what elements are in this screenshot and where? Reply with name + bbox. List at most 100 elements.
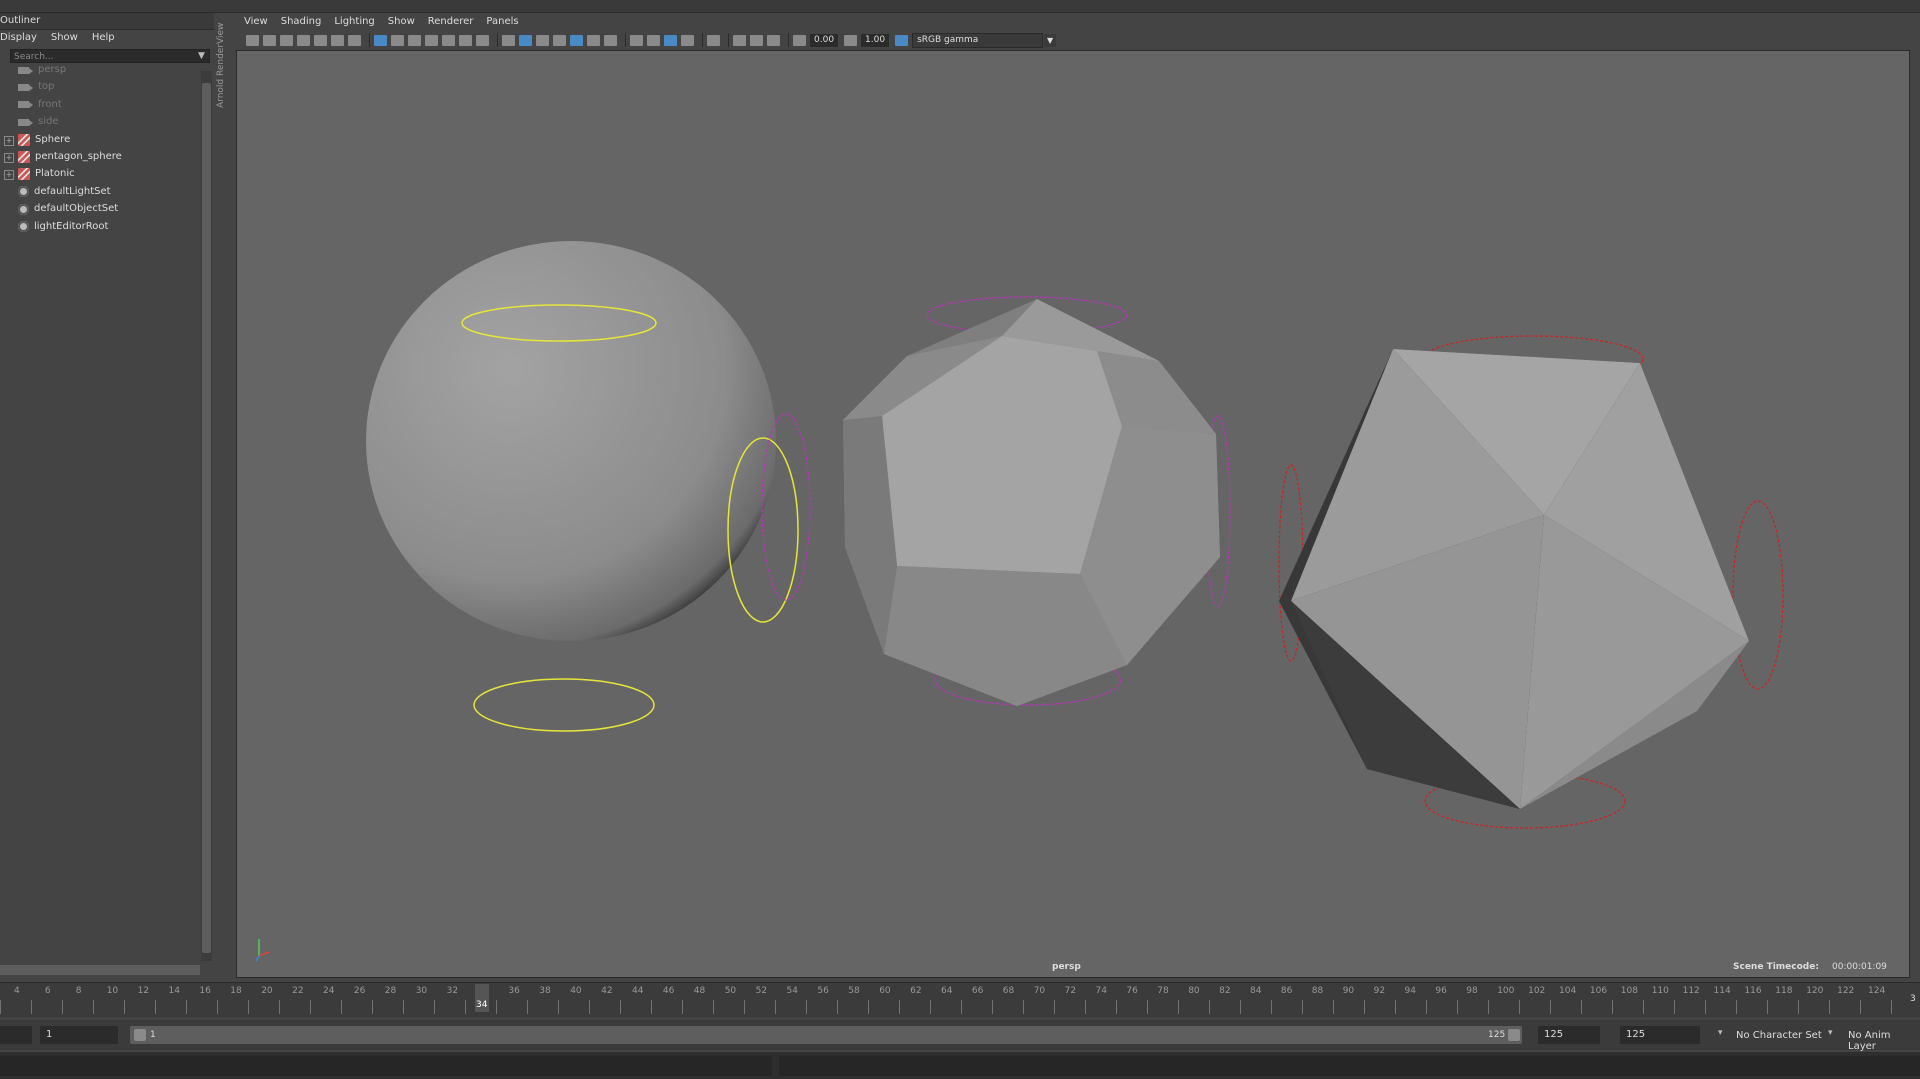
- viewport-toolbar: 0.00 1.00 sRGB gamma ▼: [236, 31, 1910, 49]
- expand-icon[interactable]: +: [4, 153, 14, 163]
- gamma-icon[interactable]: [844, 34, 858, 46]
- chevron-down-icon[interactable]: ▼: [1044, 33, 1057, 47]
- menu-shading[interactable]: Shading: [281, 14, 322, 30]
- isolate-select-icon[interactable]: [707, 34, 720, 46]
- timeline-tick-label: 40: [570, 986, 582, 996]
- expand-icon[interactable]: +: [4, 170, 14, 181]
- range-handle-left[interactable]: [134, 1029, 146, 1041]
- outliner-menu: Display Show Help: [0, 30, 115, 46]
- image-plane-icon[interactable]: [314, 34, 327, 46]
- 3d-viewport[interactable]: [236, 50, 1910, 978]
- timeline-tick-label: 52: [755, 986, 768, 996]
- wireframe-on-shaded-icon[interactable]: [553, 34, 566, 46]
- xray-icon[interactable]: [733, 34, 746, 46]
- outliner-item[interactable]: top: [18, 79, 54, 95]
- icosahedron-object[interactable]: [1278, 335, 1784, 829]
- sphere-object[interactable]: [366, 241, 799, 732]
- safe-title-icon[interactable]: [476, 34, 489, 46]
- outliner-item[interactable]: Sphere: [18, 132, 70, 148]
- use-all-lights-icon[interactable]: [587, 34, 600, 46]
- outliner-item[interactable]: persp: [18, 62, 66, 78]
- timeline-tick-label: 62: [910, 986, 922, 996]
- outliner-item[interactable]: defaultLightSet: [18, 184, 111, 200]
- menu-panels[interactable]: Panels: [486, 14, 518, 30]
- exposure-icon[interactable]: [793, 34, 806, 46]
- outliner-item[interactable]: defaultObjectSet: [18, 201, 118, 217]
- xray-joints-icon[interactable]: [767, 34, 780, 46]
- grid-icon[interactable]: [374, 34, 387, 46]
- select-camera-icon[interactable]: [246, 34, 259, 46]
- field-chart-icon[interactable]: [442, 34, 455, 46]
- depth-of-field-icon[interactable]: [681, 34, 694, 46]
- timeline-tick-label: 102: [1528, 986, 1546, 996]
- camera-icon: [18, 66, 33, 74]
- outliner-item[interactable]: front: [18, 97, 62, 113]
- scene-timecode-label: Scene Timecode:: [1733, 962, 1819, 972]
- 2d-pan-zoom-icon[interactable]: [331, 34, 344, 46]
- xray-active-icon[interactable]: [750, 34, 763, 46]
- timeline-tick-label: 22: [292, 986, 304, 996]
- arnold-renderview-tab[interactable]: Arnold RenderView: [216, 18, 228, 108]
- expand-icon[interactable]: +: [4, 135, 14, 146]
- outliner-item-label: defaultLightSet: [34, 185, 111, 197]
- anim-layer-selector[interactable]: No Anim Layer: [1848, 1030, 1920, 1052]
- timeline-tick-label: 4: [14, 986, 20, 996]
- timeline-tick-label: 86: [1280, 986, 1293, 996]
- chevron-down-icon[interactable]: ▼: [198, 51, 205, 61]
- start-time-field[interactable]: [0, 1026, 32, 1044]
- outliner-item[interactable]: lightEditorRoot: [18, 219, 108, 235]
- gamma-field[interactable]: 1.00: [861, 33, 890, 47]
- outliner-item-label: lightEditorRoot: [34, 220, 109, 232]
- viewport-scene: [255, 241, 1784, 962]
- screen-space-ao-icon[interactable]: [630, 34, 643, 46]
- timeline-tick-label: 38: [539, 986, 551, 996]
- end-time-field[interactable]: 125: [1620, 1026, 1700, 1044]
- lock-camera-icon[interactable]: [280, 34, 293, 46]
- menu-renderer[interactable]: Renderer: [428, 14, 474, 30]
- exposure-field[interactable]: 0.00: [810, 33, 839, 47]
- bookmark-icon[interactable]: [297, 34, 310, 46]
- grease-pencil-icon[interactable]: [348, 34, 361, 46]
- colorspace-dropdown[interactable]: sRGB gamma ▼: [912, 32, 1057, 48]
- outliner-item[interactable]: pentagon_sphere: [18, 149, 122, 165]
- menu-view[interactable]: View: [244, 14, 268, 30]
- camera-attributes-icon[interactable]: [263, 34, 276, 46]
- character-set-selector[interactable]: No Character Set: [1736, 1030, 1822, 1041]
- outliner-horizontal-scrollbar[interactable]: [0, 965, 200, 975]
- outliner-title: Outliner: [0, 13, 214, 30]
- current-frame-label: 34: [476, 1000, 488, 1010]
- wireframe-icon[interactable]: [502, 34, 515, 46]
- command-line-input[interactable]: [0, 1056, 772, 1076]
- gate-mask-icon[interactable]: [425, 34, 438, 46]
- color-management-icon[interactable]: [895, 34, 909, 46]
- character-set-arrow-icon[interactable]: ▾: [1718, 1028, 1723, 1038]
- anti-aliasing-icon[interactable]: [664, 34, 677, 46]
- menu-help[interactable]: Help: [92, 30, 115, 46]
- safe-action-icon[interactable]: [459, 34, 472, 46]
- outliner-item[interactable]: Platonic: [18, 166, 75, 182]
- menu-lighting[interactable]: Lighting: [334, 14, 374, 30]
- timeline-tick-label: 108: [1620, 986, 1638, 996]
- mesh-icon: [18, 133, 30, 146]
- timeline-tick-label: 20: [261, 986, 273, 996]
- range-start-field[interactable]: 1: [40, 1026, 118, 1044]
- shadows-icon[interactable]: [604, 34, 617, 46]
- range-slider[interactable]: [130, 1026, 1522, 1044]
- timeline-tick-label: 88: [1311, 986, 1324, 996]
- menu-show[interactable]: Show: [51, 30, 78, 46]
- motion-blur-icon[interactable]: [647, 34, 660, 46]
- resolution-gate-icon[interactable]: [408, 34, 421, 46]
- outliner-item[interactable]: side: [18, 114, 59, 130]
- menu-show[interactable]: Show: [388, 14, 415, 30]
- anim-layer-arrow-icon[interactable]: ▾: [1828, 1028, 1833, 1038]
- range-handle-right[interactable]: [1508, 1029, 1520, 1041]
- range-end-field[interactable]: 125: [1538, 1026, 1600, 1044]
- use-default-material-icon[interactable]: [536, 34, 549, 46]
- textured-icon[interactable]: [570, 34, 583, 46]
- outliner-search-input[interactable]: Search...: [10, 49, 210, 63]
- smooth-shade-icon[interactable]: [519, 34, 532, 46]
- dodecahedron-object[interactable]: [761, 296, 1231, 706]
- menu-display[interactable]: Display: [0, 30, 37, 46]
- outliner-scroll-thumb[interactable]: [202, 83, 211, 953]
- film-gate-icon[interactable]: [391, 34, 404, 46]
